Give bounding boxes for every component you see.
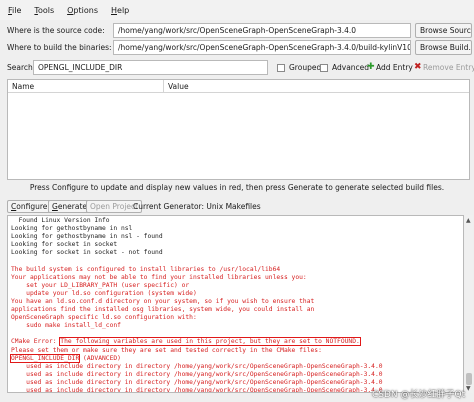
highlighted-text: OPENGL_INCLUDE_DIR <box>9 353 81 363</box>
log-line: set your LD_LIBRARY_PATH (user specific)… <box>11 281 190 289</box>
log-line: used as include directory in directory /… <box>11 378 383 386</box>
table-header: Name Value <box>8 80 469 93</box>
advanced-checkbox[interactable] <box>320 64 328 72</box>
output-log[interactable]: Found Linux Version Info Looking for geth… <box>7 215 464 393</box>
output-scrollbar[interactable]: ▲ ▼ <box>465 215 473 393</box>
scroll-down-icon[interactable]: ▼ <box>466 385 471 392</box>
log-line: You have an ld.so.conf.d directory on yo… <box>11 297 315 305</box>
menu-options[interactable]: Options <box>67 6 98 15</box>
log-line: used as include directory in directory /… <box>11 362 383 370</box>
log-line: OPENGL_INCLUDE_DIR (ADVANCED) <box>9 353 121 363</box>
remove-entry-button[interactable]: Remove Entry <box>423 63 474 72</box>
log-line: applications find the installed osg libr… <box>11 306 315 314</box>
log-line: Your applications may not be able to fin… <box>11 273 307 281</box>
scroll-thumb[interactable] <box>466 373 472 385</box>
log-line: used as include directory in directory /… <box>11 370 383 378</box>
source-row: Where is the source code: /home/yang/wor… <box>0 22 474 39</box>
search-label: Search: <box>7 63 36 72</box>
advanced-label: Advanced <box>332 63 370 72</box>
search-row: Search: OPENGL_INCLUDE_DIR Grouped Advan… <box>0 59 474 76</box>
log-line: CMake Error: The following variables are… <box>11 337 361 347</box>
browse-source-button[interactable]: Browse Source... <box>415 23 472 38</box>
log-line: Looking for socket in socket <box>11 241 118 249</box>
source-path-input[interactable]: /home/yang/work/src/OpenSceneGraph-OpenS… <box>113 23 411 38</box>
column-divider <box>163 80 164 93</box>
highlighted-text: The following variables are used in this… <box>59 337 361 347</box>
log-line: Looking for socket in socket - not found <box>11 249 163 257</box>
add-icon: ✚ <box>367 62 375 72</box>
log-line: Found Linux Version Info <box>11 217 110 224</box>
log-line: Please set them or make sure they are se… <box>11 346 322 354</box>
scroll-up-icon[interactable]: ▲ <box>466 217 471 224</box>
remove-icon: ✖ <box>414 62 422 72</box>
log-line: sudo make install_ld_conf <box>11 322 121 330</box>
menu-tools[interactable]: Tools <box>34 6 54 15</box>
column-value-header[interactable]: Value <box>168 82 189 91</box>
search-input[interactable]: OPENGL_INCLUDE_DIR <box>33 60 268 75</box>
menu-bar: File Tools Options Help <box>0 0 474 20</box>
watermark: CSDN @长沙红胖子Qt <box>372 390 466 400</box>
source-label: Where is the source code: <box>7 26 105 35</box>
add-entry-button[interactable]: Add Entry <box>376 63 413 72</box>
status-hint: Press Configure to update and display ne… <box>29 183 445 192</box>
menu-help[interactable]: Help <box>111 6 129 15</box>
menu-file[interactable]: File <box>8 6 21 15</box>
browse-build-button[interactable]: Browse Build... <box>415 40 472 55</box>
configure-button[interactable]: Configure <box>7 200 52 213</box>
log-line: The build system is configured to instal… <box>11 265 281 273</box>
current-generator-label: Current Generator: Unix Makefiles <box>133 202 261 211</box>
column-name-header[interactable]: Name <box>12 82 34 91</box>
log-line: Looking for gethostbyname in nsl <box>11 225 133 233</box>
action-toolbar: Configure Generate Open Project Current … <box>0 198 474 214</box>
build-row: Where to build the binaries: /home/yang/… <box>0 39 474 56</box>
build-path-input[interactable]: /home/yang/work/src/OpenSceneGraph-OpenS… <box>113 40 411 55</box>
log-line: Looking for gethostbyname in nsl - found <box>11 233 163 241</box>
build-label: Where to build the binaries: <box>7 43 112 52</box>
grouped-label: Grouped <box>289 63 322 72</box>
log-line: OpenSceneGraph specific ld.so configurat… <box>11 314 197 322</box>
cache-table[interactable]: Name Value <box>7 79 470 180</box>
log-line: update your ld.so configuration (system … <box>11 289 197 297</box>
grouped-checkbox[interactable] <box>277 64 285 72</box>
generate-button[interactable]: Generate <box>48 200 92 213</box>
